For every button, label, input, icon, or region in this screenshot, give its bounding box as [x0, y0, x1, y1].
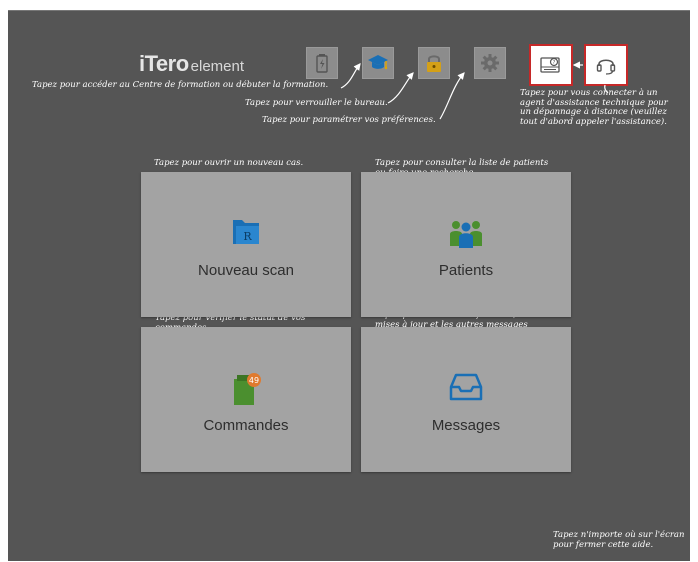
- remote-support-button[interactable]: ?: [529, 44, 573, 86]
- logo-sub: element: [190, 58, 245, 75]
- hint-lock: Tapez pour verrouiller le bureau.: [245, 98, 388, 108]
- orders-tile[interactable]: 49 Commandes: [141, 327, 351, 472]
- training-button[interactable]: [362, 47, 394, 79]
- orders-icon: 49: [234, 373, 261, 405]
- new-scan-label: Nouveau scan: [198, 262, 294, 279]
- patients-icon: [450, 221, 482, 248]
- orders-label: Commandes: [203, 417, 289, 434]
- messages-tile[interactable]: Messages: [361, 327, 571, 472]
- hint-close-help: Tapez n'importe où sur l'écran pour ferm…: [553, 530, 685, 550]
- battery-icon: [316, 54, 328, 73]
- itero-logo: iTero element: [139, 51, 244, 77]
- patients-tile[interactable]: Patients: [361, 172, 571, 317]
- battery-button[interactable]: [306, 47, 338, 79]
- lock-icon: [427, 55, 441, 72]
- inbox-icon: [449, 373, 483, 401]
- new-scan-tile[interactable]: R Nouveau scan: [141, 172, 351, 317]
- hint-settings: Tapez pour paramétrer vos préférences.: [262, 115, 436, 125]
- patients-label: Patients: [438, 262, 494, 279]
- svg-text:?: ?: [553, 60, 556, 66]
- messages-label: Messages: [431, 417, 501, 434]
- headset-icon: [596, 59, 616, 75]
- hint-new-scan: Tapez pour ouvrir un nouveau cas.: [154, 158, 304, 168]
- folder-rx-icon: R: [233, 220, 259, 244]
- technical-support-button[interactable]: [584, 44, 628, 86]
- svg-text:R: R: [243, 230, 252, 243]
- hint-remote-support: Tapez pour vous connecter à un agent d'a…: [520, 88, 668, 127]
- help-overlay-screen[interactable]: iTero element ? Tapez pour accéder au Ce…: [8, 10, 690, 561]
- lock-button[interactable]: [418, 47, 450, 79]
- graduation-cap-icon: [368, 55, 388, 70]
- hint-training: Tapez pour accéder au Centre de formatio…: [32, 80, 329, 90]
- remote-support-icon: ?: [540, 57, 560, 73]
- orders-badge: 49: [249, 376, 259, 385]
- settings-button[interactable]: [474, 47, 506, 79]
- logo-brand: iTero: [139, 51, 189, 76]
- gear-icon: [481, 54, 499, 72]
